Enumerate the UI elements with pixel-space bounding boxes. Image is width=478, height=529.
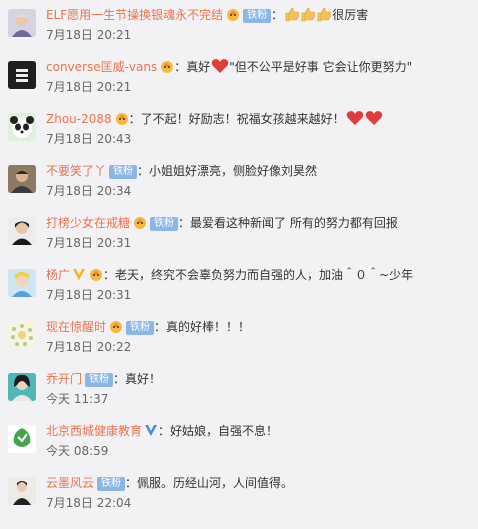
comment-quote: "但不公平是好事 它会让你更努力"	[229, 60, 413, 74]
thumbs-up-icon	[284, 6, 332, 27]
comment-line: 云墨风云 铁粉 ：佩服。历经山河，人间值得。	[46, 474, 293, 492]
comment-item: ELF愿用一生节操换银魂永不完结 铁粉： 很厉害 7月18日 20:21	[0, 0, 478, 52]
username[interactable]: 云墨风云	[46, 476, 94, 490]
fan-badge: 铁粉	[243, 9, 272, 23]
verified-v-icon	[73, 269, 86, 280]
timestamp: 7月18日 22:04	[46, 496, 132, 510]
timestamp: 7月18日 20:34	[46, 184, 132, 198]
comment-item: 不要笑了丫 铁粉 ：小姐姐好漂亮，侧脸好像刘昊然 7月18日 20:34	[0, 156, 478, 208]
username[interactable]: 杨广	[46, 268, 70, 282]
avatar[interactable]	[8, 113, 36, 141]
comment-item: 现在惊醒时 铁粉 ：真的好棒！！！ 7月18日 20:22	[0, 312, 478, 364]
comment-line: 现在惊醒时 铁粉 ：真的好棒！！！	[46, 318, 250, 336]
avatar[interactable]	[8, 477, 36, 505]
username[interactable]: Zhou-2088	[46, 112, 112, 126]
fan-badge: 铁粉	[109, 165, 138, 179]
avatar-image	[8, 113, 36, 141]
avatar[interactable]	[8, 373, 36, 401]
comment-list: ELF愿用一生节操换银魂永不完结 铁粉：很厉害 7月18日 20:21 conve…	[0, 0, 478, 529]
comment-text: 很厉害	[332, 8, 369, 22]
verified-v-icon	[145, 425, 158, 436]
avatar-image	[8, 321, 36, 349]
timestamp: 7月18日 20:31	[46, 288, 132, 302]
fan-badge: 铁粉	[126, 321, 155, 335]
comment-line: ELF愿用一生节操换银魂永不完结 铁粉： 很厉害	[46, 6, 368, 24]
avatar-image	[8, 425, 36, 453]
comment-line: 打榜少女在戒糖 铁粉 ：最爱看这种新闻了 所有的努力都有回报	[46, 214, 398, 232]
comment-text: ：佩服。历经山河，人间值得。	[125, 476, 294, 490]
avatar[interactable]	[8, 269, 36, 297]
avatar-image	[8, 9, 36, 37]
username[interactable]: 乔开门	[46, 372, 82, 386]
fan-badge: 铁粉	[97, 477, 126, 491]
fire-badge-icon	[90, 269, 103, 281]
avatar-image	[8, 217, 36, 245]
avatar[interactable]	[8, 217, 36, 245]
comment-item: Zhou-2088 ：了不起！好励志！祝福女孩越来越好！ 7月18日 20:43	[0, 104, 478, 156]
comment-text: ：了不起！好励志！祝福女孩越来越好！	[128, 112, 345, 126]
timestamp: 今天 08:59	[46, 444, 109, 458]
heart-icon	[211, 58, 229, 79]
avatar[interactable]	[8, 61, 36, 89]
comment-item: 云墨风云 铁粉 ：佩服。历经山河，人间值得。 7月18日 22:04	[0, 468, 478, 520]
username[interactable]: converse匡威-vans	[46, 60, 157, 74]
avatar[interactable]	[8, 9, 36, 37]
username[interactable]: 打榜少女在戒糖	[46, 216, 130, 230]
fire-badge-icon	[115, 113, 128, 125]
fan-badge: 铁粉	[150, 217, 179, 231]
timestamp: 7月18日 20:31	[46, 236, 132, 250]
comment-text: ：好姑娘，自强不息！	[158, 424, 279, 438]
fire-badge-icon	[110, 321, 123, 333]
avatar-image	[8, 477, 36, 505]
avatar-image	[8, 269, 36, 297]
comment-item: converse匡威-vans ：真好 "但不公平是好事 它会让你更努力" 7月18…	[0, 52, 478, 104]
comment-text: ：小姐姐好漂亮，侧脸好像刘昊然	[137, 164, 318, 178]
username[interactable]: 不要笑了丫	[46, 164, 106, 178]
comment-line: 北京西城健康教育 ：好姑娘，自强不息！	[46, 422, 278, 440]
comment-item: 乔开门 铁粉 ：真好！ 今天 11:37	[0, 364, 478, 416]
timestamp: 7月18日 20:21	[46, 80, 132, 94]
avatar[interactable]	[8, 165, 36, 193]
avatar-image	[8, 61, 36, 89]
comment-text: ：老天，终究不会辜负努力而自强的人，加油＾０＾~少年	[103, 268, 414, 282]
comment-item: 杨广 ：老天，终究不会辜负努力而自强的人，加油＾０＾~少年 7月18日 20:31	[0, 260, 478, 312]
username[interactable]: 现在惊醒时	[46, 320, 106, 334]
fire-badge-icon	[161, 61, 174, 73]
avatar[interactable]	[8, 321, 36, 349]
comment-text: ：真好	[174, 60, 211, 74]
timestamp: 7月18日 20:21	[46, 28, 132, 42]
username[interactable]: 北京西城健康教育	[46, 424, 142, 438]
avatar[interactable]	[8, 425, 36, 453]
comment-line: Zhou-2088 ：了不起！好励志！祝福女孩越来越好！	[46, 110, 384, 128]
comment-text: ：最爱看这种新闻了 所有的努力都有回报	[178, 216, 398, 230]
comment-text: ：真好！	[113, 372, 162, 386]
timestamp: 7月18日 20:43	[46, 132, 132, 146]
comment-text: ：	[271, 8, 284, 22]
heart-icon	[346, 110, 384, 131]
avatar-image	[8, 373, 36, 401]
comment-line: converse匡威-vans ：真好 "但不公平是好事 它会让你更努力"	[46, 58, 412, 76]
username[interactable]: ELF愿用一生节操换银魂永不完结	[46, 8, 223, 22]
fire-badge-icon	[227, 9, 240, 21]
avatar-image	[8, 165, 36, 193]
timestamp: 7月18日 20:22	[46, 340, 132, 354]
comment-item: 北京西城健康教育 ：好姑娘，自强不息！ 今天 08:59	[0, 416, 478, 468]
fire-badge-icon	[134, 217, 147, 229]
timestamp: 今天 11:37	[46, 392, 109, 406]
comment-line: 乔开门 铁粉 ：真好！	[46, 370, 161, 388]
comment-line: 不要笑了丫 铁粉 ：小姐姐好漂亮，侧脸好像刘昊然	[46, 162, 317, 180]
comment-line: 杨广 ：老天，终究不会辜负努力而自强的人，加油＾０＾~少年	[46, 266, 413, 284]
fan-badge: 铁粉	[85, 373, 114, 387]
comment-text: ：真的好棒！！！	[154, 320, 251, 334]
comment-item: 打榜少女在戒糖 铁粉 ：最爱看这种新闻了 所有的努力都有回报 7月18日 20:31	[0, 208, 478, 260]
